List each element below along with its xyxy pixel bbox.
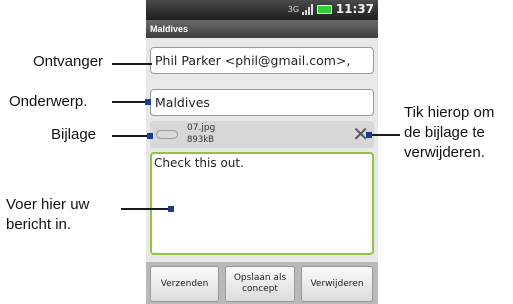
paperclip-icon (156, 130, 178, 139)
delete-button[interactable]: Verwijderen (301, 266, 373, 302)
callout-remove-label-3: verwijderen. (404, 144, 485, 161)
button-bar: Verzenden Opslaan als concept Verwijdere… (146, 262, 378, 304)
save-draft-button[interactable]: Opslaan als concept (225, 266, 295, 302)
callout-remove-line (368, 134, 400, 136)
callout-remove-label-2: de bijlage te (404, 124, 485, 141)
battery-icon (316, 4, 332, 14)
signal-icon (301, 3, 313, 15)
window-title: Maldives (146, 20, 378, 38)
attachment-row[interactable]: 07.jpg 893kB ✕ (150, 121, 374, 148)
clock: 11:37 (335, 2, 374, 16)
send-button[interactable]: Verzenden (150, 266, 219, 302)
message-body-field[interactable]: Check this out. (150, 152, 374, 255)
callout-subject-label: Onderwerp. (9, 93, 88, 110)
callout-message-dot (168, 206, 174, 212)
callout-message-label-2: bericht in. (6, 216, 72, 233)
attachment-size: 893kB (187, 135, 214, 145)
network-3g-icon: 3G (287, 4, 300, 14)
to-field[interactable]: Phil Parker <phil@gmail.com>, (150, 47, 374, 74)
callout-subject-dot (145, 99, 151, 105)
status-bar: 3G 11:37 (146, 0, 378, 20)
callout-remove-dot (366, 132, 372, 138)
subject-field[interactable]: Maldives (150, 89, 374, 116)
callout-attachment-label: Bijlage (51, 126, 97, 143)
callout-recipient-label: Ontvanger (33, 53, 104, 70)
attachment-filename: 07.jpg (187, 123, 216, 133)
callout-attachment-dot (147, 133, 153, 139)
callout-remove-label-1: Tik hierop om (404, 104, 495, 121)
callout-message-line (121, 208, 171, 210)
callout-message-label-1: Voer hier uw (6, 196, 90, 213)
callout-subject-line (112, 101, 148, 103)
phone-screen: 3G 11:37 Maldives Phil Parker <phil@gmai… (146, 0, 378, 304)
callout-recipient-line (112, 63, 152, 65)
callout-attachment-line (112, 135, 150, 137)
